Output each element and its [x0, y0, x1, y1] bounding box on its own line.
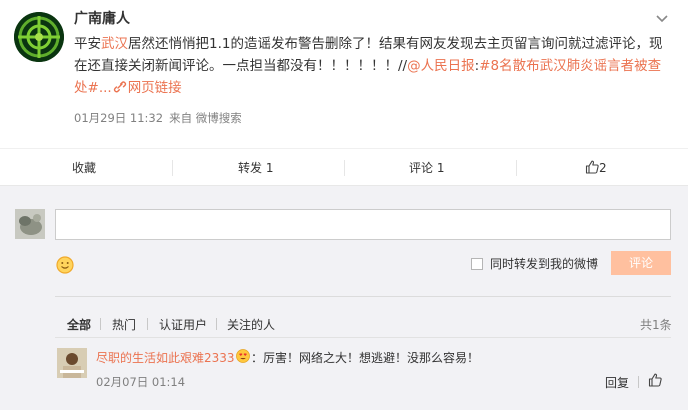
reply-button[interactable]: 回复 — [605, 374, 629, 391]
expand-link[interactable]: ... — [99, 80, 112, 96]
location-keyword-link[interactable]: 武汉 — [101, 36, 128, 52]
filter-verified-tab[interactable]: 认证用户 — [159, 316, 207, 333]
action-divider — [172, 160, 173, 176]
current-user-avatar[interactable] — [15, 209, 45, 239]
post-timestamp[interactable]: 01月29日 11:32 — [74, 111, 163, 125]
divider — [55, 337, 671, 338]
divider — [55, 296, 671, 297]
post-action-bar: 收藏 转发 1 评论 1 2 — [0, 148, 688, 186]
thumbs-up-icon[interactable] — [648, 373, 662, 387]
submit-comment-button[interactable]: 评论 — [611, 251, 671, 275]
comment-timestamp: 02月07日 01:14 — [96, 375, 186, 389]
repost-checkbox[interactable] — [471, 258, 483, 270]
repost-button[interactable]: 转发 1 — [238, 149, 273, 187]
weibo-post: 广南庸人 平安武汉居然还悄悄把1.1的造谣发布警告删除了！结果有网友发现去主页留… — [0, 0, 688, 148]
commenter-avatar[interactable] — [57, 348, 87, 378]
post-source[interactable]: 来自 微博搜索 — [169, 111, 242, 125]
comment-text: ：厉害！网络之大！想逃避！没那么容易！ — [251, 351, 480, 365]
like-count: 2 — [599, 161, 607, 175]
comment-total-count: 共1条 — [640, 318, 672, 332]
filter-hot-tab[interactable]: 热门 — [112, 316, 136, 333]
filter-divider — [147, 318, 148, 330]
post-text-segment: 平安 — [74, 36, 101, 52]
comment-input[interactable] — [55, 209, 671, 240]
smiley-icon[interactable] — [56, 256, 74, 274]
commenter-name[interactable]: 尽职的生活如此艰难2333 — [96, 349, 235, 366]
filter-following-tab[interactable]: 关注的人 — [227, 316, 275, 333]
repost-checkbox-label[interactable]: 同时转发到我的微博 — [490, 255, 598, 272]
chevron-down-icon[interactable] — [654, 12, 670, 26]
thumbs-up-icon — [585, 151, 599, 174]
heart-eyes-emoji-icon — [236, 349, 250, 363]
web-link[interactable]: 网页链接 — [128, 80, 182, 96]
mention-link[interactable]: @人民日报 — [407, 58, 475, 74]
favorite-button[interactable]: 收藏 — [72, 149, 96, 187]
post-meta: 01月29日 11:32 来自 微博搜索 — [74, 110, 242, 126]
author-avatar[interactable] — [14, 12, 64, 62]
post-body: 平安武汉居然还悄悄把1.1的造谣发布警告删除了！结果有网友发现去主页留言询问就过… — [74, 33, 674, 99]
comment-button[interactable]: 评论 1 — [409, 149, 444, 187]
action-divider — [344, 160, 345, 176]
filter-all-tab[interactable]: 全部 — [67, 316, 91, 333]
filter-divider — [100, 318, 101, 330]
author-name[interactable]: 广南庸人 — [74, 8, 130, 28]
link-icon[interactable] — [113, 78, 127, 93]
action-divider — [516, 160, 517, 176]
like-button[interactable]: 2 — [585, 149, 607, 187]
comment-action-divider — [638, 376, 639, 388]
filter-divider — [216, 318, 217, 330]
